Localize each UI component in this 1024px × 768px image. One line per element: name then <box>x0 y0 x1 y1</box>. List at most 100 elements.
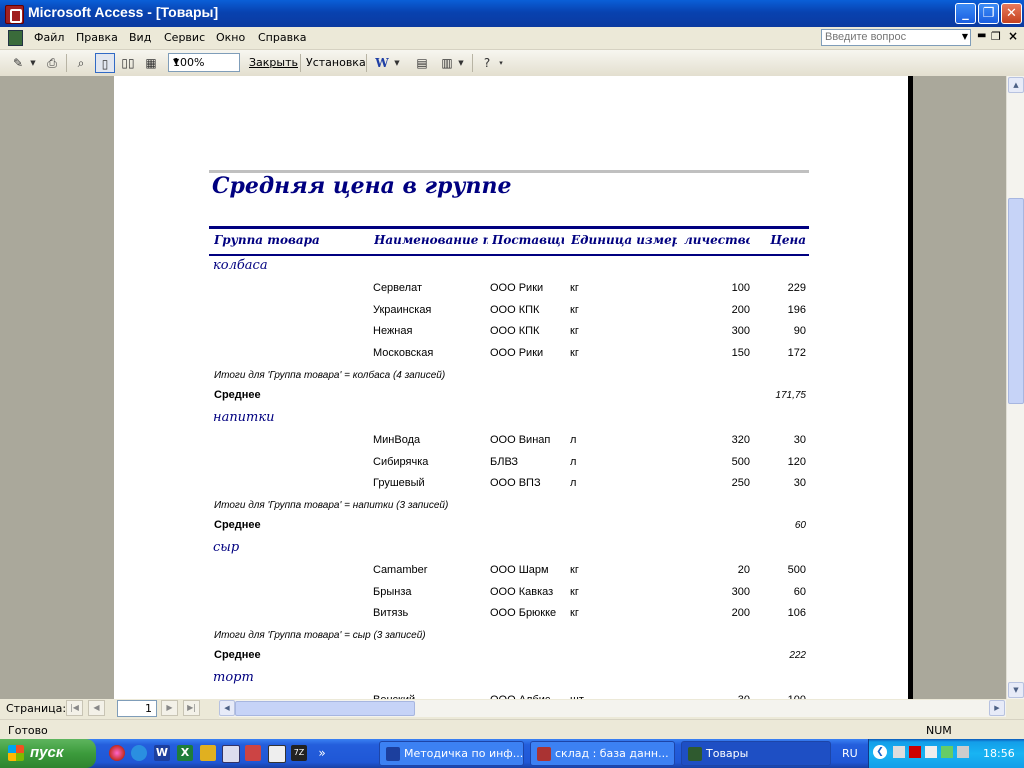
horizontal-scroll-thumb[interactable] <box>235 701 415 716</box>
toolbar-separator <box>300 54 301 72</box>
excel-icon[interactable]: X <box>177 745 193 761</box>
zoom-select[interactable]: 100% ▼ <box>168 53 240 72</box>
design-view-icon[interactable]: ✎ <box>8 53 28 73</box>
media-player-icon[interactable] <box>109 745 125 761</box>
menu-help[interactable]: Справка <box>258 31 306 44</box>
word-icon[interactable]: W <box>154 745 170 761</box>
help-question-input[interactable] <box>822 30 955 44</box>
taskbar-item-word[interactable]: Методичка по инф... <box>379 741 524 766</box>
cell-price: 120 <box>787 455 806 468</box>
last-page-icon[interactable]: ▶| <box>183 700 200 716</box>
vertical-scroll-thumb[interactable] <box>1008 198 1024 404</box>
word-export-icon[interactable]: W <box>372 53 392 73</box>
cell-price: 229 <box>787 282 806 294</box>
column-header-quantity: личество <box>684 233 750 247</box>
cell-price: 30 <box>793 433 806 446</box>
menu-tools[interactable]: Сервис <box>164 31 205 44</box>
taskbar-item-report[interactable]: Товары <box>681 741 831 766</box>
multiple-pages-icon[interactable]: ▦ <box>141 53 161 73</box>
access-app-icon[interactable] <box>5 5 24 24</box>
zoom-icon[interactable]: ⌕ <box>71 53 91 73</box>
two-pages-icon[interactable]: ▯▯ <box>118 53 138 73</box>
horizontal-scrollbar[interactable]: ◀ ▶ <box>219 700 1006 717</box>
chevron-down-icon[interactable]: ▼ <box>962 32 968 41</box>
cell-supplier: ООО Кавказ <box>490 585 554 598</box>
start-button[interactable]: пуск <box>0 739 96 768</box>
system-tray: ❮ 18:56 <box>868 739 1024 768</box>
cell-product-name: МинВода <box>373 433 421 446</box>
average-label: Среднее <box>214 649 261 661</box>
cell-price: 90 <box>793 325 806 338</box>
cell-product-name: Сервелат <box>373 282 422 294</box>
help-icon[interactable]: ? <box>477 53 497 73</box>
close-button[interactable]: ✕ <box>1001 3 1022 24</box>
cell-quantity: 300 <box>731 585 750 598</box>
explorer-icon[interactable] <box>222 745 240 763</box>
menu-window[interactable]: Окно <box>216 31 245 44</box>
minimize-button[interactable]: _ <box>955 3 976 24</box>
safely-remove-icon[interactable] <box>941 746 953 758</box>
language-indicator[interactable]: RU <box>842 747 858 760</box>
scroll-up-icon[interactable]: ▲ <box>1008 77 1024 93</box>
report-title: Средняя цена в группе <box>212 173 512 199</box>
print-icon[interactable]: ⎙ <box>42 53 62 73</box>
chevron-down-icon[interactable]: ▼ <box>392 53 402 73</box>
cell-unit: кг <box>570 607 579 620</box>
one-page-icon[interactable]: ▯ <box>95 53 115 73</box>
menu-file[interactable]: Файл <box>34 31 64 44</box>
cell-supplier: ООО КПК <box>490 325 540 338</box>
status-text: Готово <box>8 724 48 737</box>
cell-supplier: ООО Брюкке <box>490 607 557 620</box>
toolbar-separator <box>66 54 67 72</box>
chevron-down-icon[interactable]: ▼ <box>28 53 38 73</box>
calculator-icon[interactable] <box>268 745 286 763</box>
scroll-down-icon[interactable]: ▼ <box>1008 682 1024 698</box>
chevron-down-icon[interactable]: ▼ <box>456 53 466 73</box>
app-icon[interactable] <box>245 745 261 761</box>
next-page-icon[interactable]: ▶ <box>161 700 178 716</box>
group-total: Итоги для 'Группа товара' = напитки (3 з… <box>214 499 449 511</box>
cell-product-name: Украинская <box>373 303 432 316</box>
cell-supplier: ООО Винап <box>490 433 551 446</box>
chevron-down-icon[interactable]: ▼ <box>173 57 237 66</box>
help-question-box[interactable]: ▼ <box>821 29 971 46</box>
cell-unit: кг <box>570 325 579 338</box>
cell-supplier: ООО КПК <box>490 303 540 316</box>
close-preview-button[interactable]: Закрыть <box>249 56 298 69</box>
group-total: Итоги для 'Группа товара' = сыр (3 запис… <box>214 630 426 641</box>
cell-product-name: Брынза <box>373 585 412 598</box>
total-commander-icon[interactable]: 7Z <box>291 745 307 761</box>
cell-unit: л <box>570 455 577 468</box>
header-bottom-line <box>209 254 809 256</box>
page-setup-button[interactable]: Установка <box>306 56 366 69</box>
menu-edit[interactable]: Правка <box>76 31 118 44</box>
antivirus-icon[interactable] <box>909 746 921 758</box>
doc-close-icon[interactable]: × <box>1008 29 1018 43</box>
scroll-right-icon[interactable]: ▶ <box>989 700 1005 716</box>
restore-button[interactable]: ❐ <box>978 3 999 24</box>
task-label: Товары <box>706 747 749 760</box>
first-page-icon[interactable]: |◀ <box>66 700 83 716</box>
database-window-icon[interactable]: ▤ <box>412 53 432 73</box>
quick-launch-more-icon[interactable]: » <box>314 745 330 761</box>
doc-restore-icon[interactable]: ❐ <box>991 30 1001 43</box>
volume-icon[interactable] <box>957 746 969 758</box>
taskbar-item-database[interactable]: склад : база данн... <box>530 741 675 766</box>
vertical-scrollbar[interactable]: ▲ ▼ <box>1006 76 1024 699</box>
scroll-left-icon[interactable]: ◀ <box>219 700 235 716</box>
new-object-icon[interactable]: ▥ <box>437 53 457 73</box>
tray-app-icon[interactable] <box>893 746 905 758</box>
internet-explorer-icon[interactable] <box>131 745 147 761</box>
network-icon[interactable] <box>925 746 937 758</box>
num-lock-indicator: NUM <box>926 724 952 737</box>
page-number-input[interactable]: 1 <box>117 700 157 717</box>
previous-page-icon[interactable]: ◀ <box>88 700 105 716</box>
doc-minimize-icon[interactable]: ▬ <box>977 30 986 41</box>
toolbar-options-icon[interactable]: ▾ <box>496 53 506 73</box>
outlook-icon[interactable] <box>200 745 216 761</box>
menu-view[interactable]: Вид <box>129 31 151 44</box>
cell-quantity: 500 <box>731 455 750 468</box>
minimize-icon: _ <box>962 6 969 21</box>
document-icon[interactable] <box>8 30 23 46</box>
show-hidden-icons[interactable]: ❮ <box>873 745 887 759</box>
